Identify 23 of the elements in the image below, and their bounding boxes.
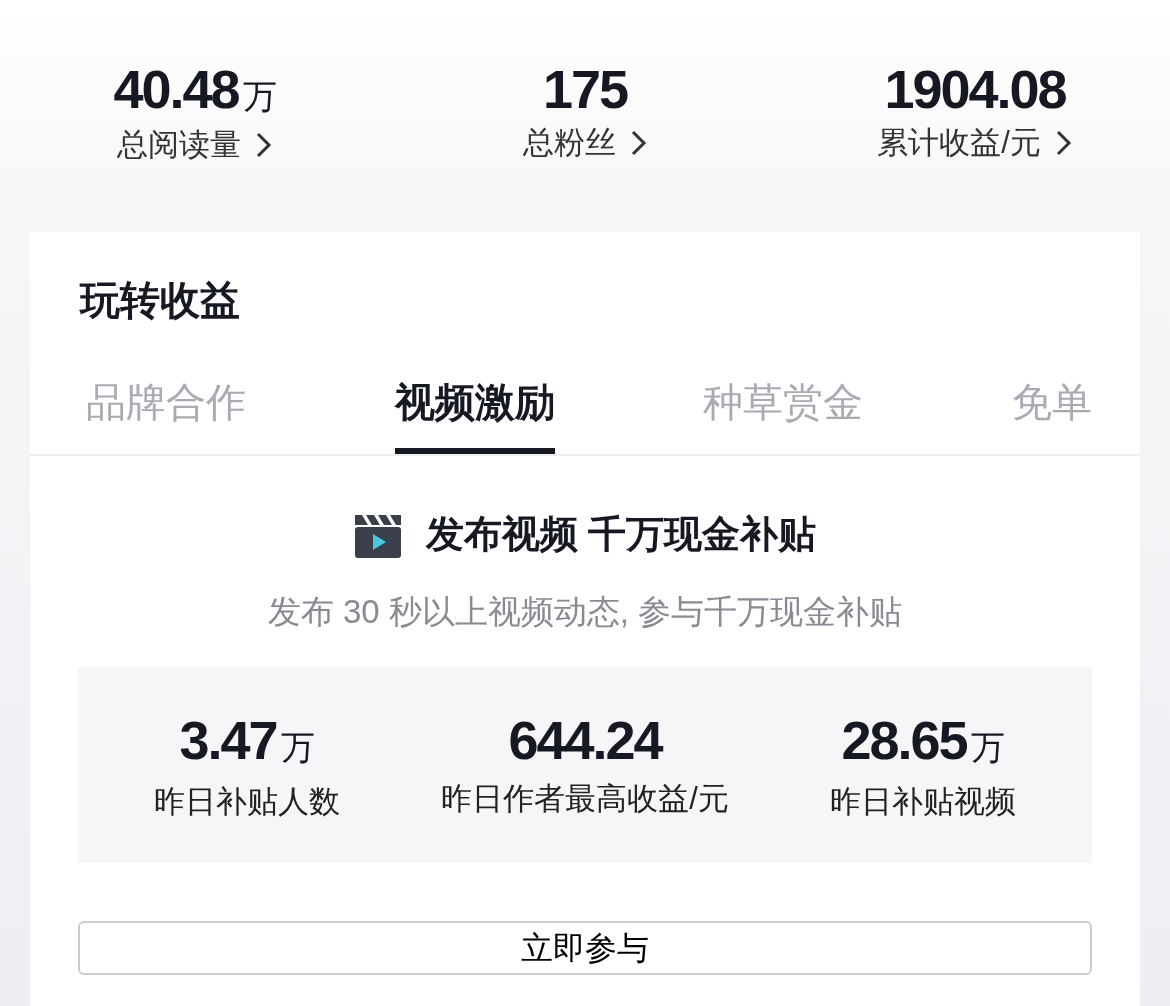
tab[interactable]: 视频激励 xyxy=(394,350,555,454)
promo-title: 发布视频 千万现金补贴 xyxy=(425,512,817,557)
stat-value: 1904.08 xyxy=(884,58,1066,121)
section-title: 玩转收益 xyxy=(78,277,241,324)
stat-label: 昨日作者最高收益/元 xyxy=(441,779,729,818)
stat-link[interactable]: 累计收益/元 xyxy=(877,120,1041,167)
chevron-right-icon[interactable] xyxy=(1054,129,1073,158)
stat-unit: 万 xyxy=(970,726,1005,768)
chevron-right-icon[interactable] xyxy=(255,131,273,160)
stat-unit: 万 xyxy=(242,76,277,117)
stat-value: 175 xyxy=(542,58,628,121)
stat-label: 昨日补贴视频 xyxy=(830,782,1016,821)
chevron-right-icon[interactable] xyxy=(629,129,648,158)
stat-link[interactable]: 总阅读量 xyxy=(117,122,241,169)
stat-value: 3.47 xyxy=(179,710,277,770)
stat-value: 28.65 xyxy=(841,710,967,770)
join-button[interactable]: 立即参与 xyxy=(78,920,1092,975)
stat-label: 昨日补贴人数 xyxy=(154,782,340,821)
stat-unit: 万 xyxy=(280,726,315,768)
stat-value: 40.48 xyxy=(113,58,239,121)
stat-link[interactable]: 总粉丝 xyxy=(522,120,616,167)
promo-subtitle: 发布 30 秒以上视频动态, 参与千万现金补贴 xyxy=(266,592,904,632)
stat-value: 644.24 xyxy=(508,710,662,770)
